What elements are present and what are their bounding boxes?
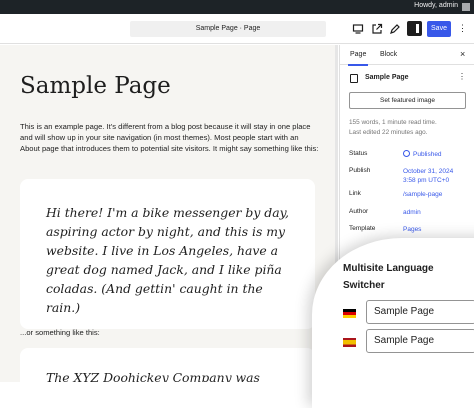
pullquote-text[interactable]: Hi there! I'm a bike messenger by day, a…	[46, 203, 296, 317]
link-label: Link	[349, 190, 361, 197]
published-status-icon	[403, 150, 410, 157]
close-icon[interactable]: ×	[460, 49, 465, 59]
status-value[interactable]: Published	[403, 150, 442, 159]
pencil-icon[interactable]	[389, 23, 401, 35]
template-value[interactable]: Pages	[403, 225, 421, 234]
last-edited: Last edited 22 minutes ago.	[349, 129, 428, 136]
set-featured-image-button[interactable]: Set featured image	[349, 92, 466, 109]
page-title[interactable]: Sample Page	[20, 73, 171, 99]
publish-date-value[interactable]: October 31, 2024 3:58 pm UTC+0	[403, 167, 465, 185]
spanish-translation-input[interactable]: Sample Page	[366, 329, 474, 353]
document-title-bar[interactable]: Sample Page · Page	[130, 21, 326, 37]
editor-canvas: Sample Page This is an example page. It'…	[0, 45, 338, 382]
desktop-preview-icon[interactable]	[352, 23, 364, 35]
tab-page[interactable]: Page	[347, 51, 369, 66]
author-label: Author	[349, 208, 369, 215]
german-flag-icon	[343, 309, 356, 318]
post-meta: 155 words, 1 minute read time. Last edit…	[349, 118, 467, 138]
status-label: Status	[349, 150, 368, 157]
pullquote-block[interactable]: Hi there! I'm a bike messenger by day, a…	[20, 179, 315, 329]
second-pullquote-block[interactable]: The XYZ Doohickey Company was	[20, 348, 315, 382]
editor-header: Sample Page · Page Save ⋮	[0, 14, 474, 44]
author-value[interactable]: admin	[403, 208, 421, 217]
second-paragraph[interactable]: ...or something like this:	[20, 328, 100, 337]
word-count: 155 words, 1 minute read time.	[349, 119, 437, 126]
settings-sidebar-toggle[interactable]	[407, 21, 422, 36]
admin-greeting[interactable]: Howdy, admin	[414, 2, 458, 9]
document-name: Sample Page	[365, 74, 409, 81]
sidebar-tabs: Page Block ×	[340, 45, 474, 66]
second-pullquote-text[interactable]: The XYZ Doohickey Company was	[46, 370, 306, 382]
template-label: Template	[349, 225, 376, 232]
options-menu-icon[interactable]: ⋮	[458, 24, 467, 33]
tab-block[interactable]: Block	[380, 51, 397, 58]
page-icon	[350, 74, 358, 83]
document-options-icon[interactable]: ⋮	[458, 72, 466, 81]
save-button[interactable]: Save	[427, 21, 451, 37]
publish-label: Publish	[349, 167, 371, 174]
intro-paragraph[interactable]: This is an example page. It's different …	[20, 121, 320, 154]
admin-bar: Howdy, admin	[0, 0, 474, 14]
status-text: Published	[413, 151, 442, 158]
external-link-icon[interactable]	[371, 23, 383, 35]
avatar[interactable]	[462, 3, 470, 11]
spanish-flag-icon	[343, 338, 356, 347]
german-translation-input[interactable]: Sample Page	[366, 300, 474, 324]
permalink-value[interactable]: /sample-page	[403, 190, 442, 199]
language-switcher-title: Multisite Language Switcher	[343, 263, 434, 291]
